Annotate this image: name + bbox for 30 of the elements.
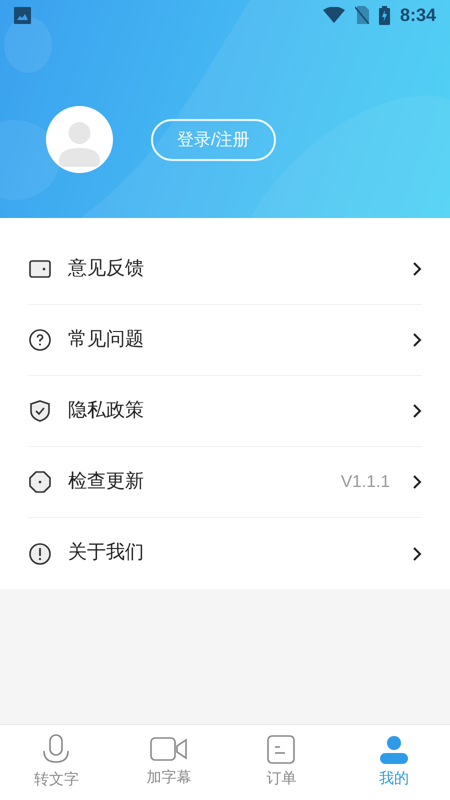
menu-item[interactable]: 隐私政策 — [28, 376, 422, 447]
microphone-icon — [41, 734, 72, 766]
menu-label: 常见问题 — [68, 328, 144, 352]
menu-label: 检查更新 — [68, 470, 144, 494]
chevron-right-icon — [412, 261, 422, 277]
chevron-right-icon — [412, 546, 422, 562]
info-icon — [28, 542, 52, 566]
video-camera-icon — [150, 736, 188, 764]
menu-item[interactable]: 意见反馈 — [28, 234, 422, 305]
wifi-icon — [322, 7, 345, 23]
battery-charging-icon — [378, 6, 390, 24]
menu-item[interactable]: 常见问题 — [28, 305, 422, 376]
menu-label: 隐私政策 — [68, 398, 144, 423]
octagon-icon — [28, 470, 52, 494]
gallery-icon — [14, 6, 31, 24]
menu-label: 意见反馈 — [68, 256, 144, 281]
help-icon — [28, 328, 52, 352]
menu-item[interactable]: 关于我们 — [28, 518, 422, 589]
chevron-right-icon — [412, 474, 422, 490]
menu-label: 关于我们 — [68, 541, 144, 566]
shield-check-icon — [28, 399, 52, 423]
no-sim-icon — [354, 6, 369, 24]
square-icon — [28, 257, 52, 281]
version-text: V1.1.1 — [340, 471, 390, 494]
chevron-right-icon — [412, 403, 422, 419]
person-icon — [378, 734, 409, 765]
clock-time: 8:34 — [400, 4, 436, 26]
menu-item[interactable]: 检查更新 V1.1.1 — [28, 447, 422, 518]
chevron-right-icon — [412, 332, 422, 348]
document-icon — [266, 734, 296, 765]
